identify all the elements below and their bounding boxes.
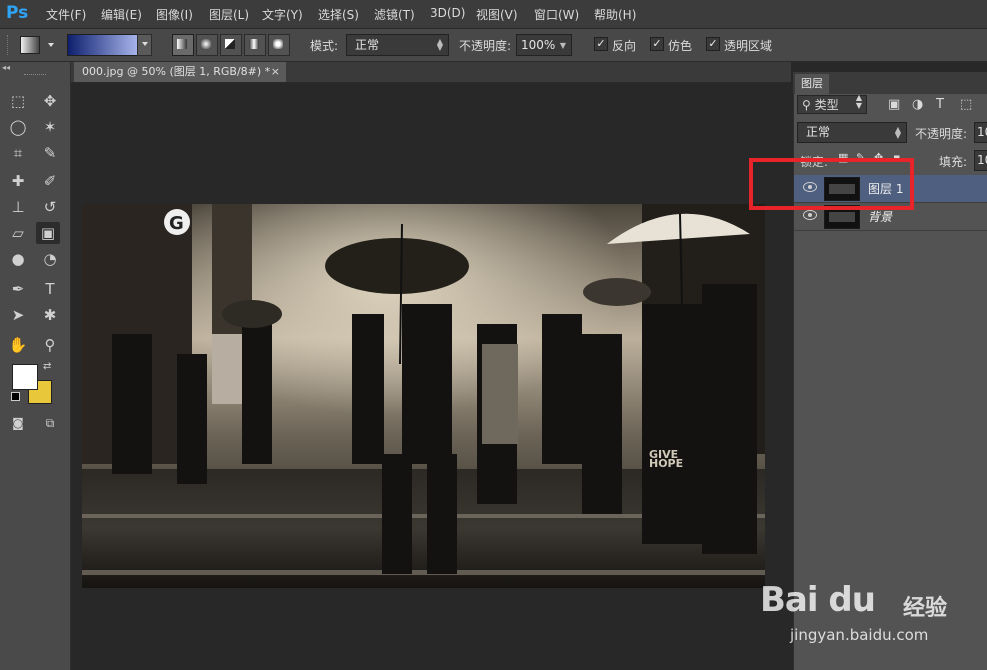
document-tab[interactable]: 000.jpg @ 50% (图层 1, RGB/8#) * × [74, 62, 286, 82]
tools-panel: ◂◂ ⬚ ✥ ◯ ✶ ⌗ ✎ ✚ ✐ ⊥ ↺ ▱ ▣ ● ◔ ✒ T ➤ ✱ ✋… [0, 62, 71, 670]
gradient-picker-arrow[interactable] [137, 34, 152, 56]
dither-checkbox[interactable]: ✓ [650, 37, 664, 51]
diamond-gradient-button[interactable] [268, 34, 290, 56]
eraser-tool-icon[interactable]: ▱ [6, 222, 30, 244]
bar-grip [7, 35, 11, 55]
foreground-color-swatch[interactable] [12, 364, 38, 390]
quick-mask-icon[interactable]: ◙ [6, 412, 30, 434]
dither-label: 仿色 [668, 39, 693, 53]
select-arrows-icon: ▲ ▼ [436, 37, 443, 52]
menu-file[interactable]: 文件(F) [46, 6, 86, 23]
preset-dropdown-arrow[interactable] [44, 36, 56, 52]
path-selection-tool-icon[interactable]: ➤ [6, 304, 30, 326]
radial-gradient-button[interactable] [196, 34, 218, 56]
layer-opacity-value: 10 [977, 125, 987, 139]
filter-pixel-icon[interactable]: ▣ [888, 97, 900, 112]
blend-mode-select[interactable]: 正常 ▲ ▼ [797, 122, 907, 143]
eyedropper-tool-icon[interactable]: ✎ [38, 142, 62, 164]
gradient-tool-preset-icon[interactable] [20, 36, 40, 54]
gradient-preview[interactable] [67, 34, 139, 56]
baidu-watermark-url: jingyan.baidu.com [790, 626, 929, 644]
zoom-tool-icon[interactable]: ⚲ [38, 334, 62, 356]
mode-label: 模式: [310, 39, 339, 53]
annotation-highlight-box [749, 158, 914, 210]
transparency-checkbox[interactable]: ✓ [706, 37, 720, 51]
default-colors-icon[interactable] [11, 392, 20, 401]
document-title: 000.jpg @ 50% (图层 1, RGB/8#) * [82, 65, 271, 78]
menu-image[interactable]: 图像(I) [156, 6, 193, 23]
linear-gradient-button[interactable] [172, 34, 194, 56]
opacity-input[interactable]: 100% ▼ [516, 34, 572, 56]
reflected-gradient-button[interactable] [244, 34, 266, 56]
sign-letter: G [169, 213, 184, 234]
fill-value: 10 [977, 153, 987, 167]
mode-value: 正常 [355, 38, 380, 52]
history-brush-tool-icon[interactable]: ↺ [38, 196, 62, 218]
gradient-tool-icon[interactable]: ▣ [36, 222, 60, 244]
layer-opacity-input[interactable]: 10 [974, 122, 987, 143]
lasso-tool-icon[interactable]: ◯ [6, 116, 30, 138]
angle-gradient-button[interactable] [220, 34, 242, 56]
layer-opacity-label: 不透明度: [915, 127, 968, 141]
marquee-tool-icon[interactable]: ⬚ [6, 90, 30, 112]
menu-edit[interactable]: 编辑(E) [101, 6, 142, 23]
menu-view[interactable]: 视图(V) [476, 6, 518, 23]
photoshop-logo: Ps [6, 3, 29, 23]
reverse-checkbox[interactable]: ✓ [594, 37, 608, 51]
dodge-tool-icon[interactable]: ◔ [38, 248, 62, 270]
swap-colors-icon[interactable]: ⇄ [43, 361, 51, 372]
collapse-icon[interactable]: ◂◂ [2, 63, 10, 72]
healing-brush-tool-icon[interactable]: ✚ [6, 170, 30, 192]
layers-tab[interactable]: 图层 [795, 74, 829, 94]
filter-type-icon[interactable]: T [936, 97, 944, 112]
screen-mode-icon[interactable]: ⧉ [38, 412, 62, 434]
menu-bar: Ps 文件(F) 编辑(E) 图像(I) 图层(L) 文字(Y) 选择(S) 滤… [0, 0, 987, 29]
transparency-label: 透明区域 [724, 39, 773, 53]
menu-layer[interactable]: 图层(L) [209, 6, 249, 23]
canvas-image[interactable]: G GIVE HOPE [82, 204, 765, 588]
mode-select[interactable]: 正常 ▲ ▼ [346, 34, 449, 56]
baidu-watermark-suffix: 经验 [903, 596, 948, 621]
opacity-value: 100% [521, 38, 556, 52]
panel-grip [24, 74, 46, 77]
select-arrows-icon: ▲ ▼ [855, 93, 862, 110]
fill-input[interactable]: 10 [974, 150, 987, 171]
blur-tool-icon[interactable]: ● [6, 248, 30, 270]
brush-tool-icon[interactable]: ✐ [38, 170, 62, 192]
reverse-label: 反向 [612, 39, 637, 53]
menu-help[interactable]: 帮助(H) [594, 6, 636, 23]
layer-name: 背景 [868, 210, 893, 224]
pen-tool-icon[interactable]: ✒ [6, 278, 30, 300]
shape-tool-icon[interactable]: ✱ [38, 304, 62, 326]
menu-filter[interactable]: 滤镜(T) [374, 6, 415, 23]
fill-label: 填充: [939, 155, 968, 169]
menu-3d[interactable]: 3D(D) [430, 6, 465, 20]
menu-select[interactable]: 选择(S) [318, 6, 359, 23]
baidu-watermark-logo: Bai du [760, 580, 876, 620]
hope-text: HOPE [649, 457, 683, 470]
visibility-eye-icon[interactable] [803, 210, 817, 220]
hand-tool-icon[interactable]: ✋ [6, 334, 30, 356]
close-icon[interactable]: × [271, 62, 280, 82]
magic-wand-tool-icon[interactable]: ✶ [38, 116, 62, 138]
select-arrows-icon: ▲ ▼ [894, 125, 901, 140]
type-tool-icon[interactable]: T [38, 278, 62, 300]
chevron-down-icon: ▼ [559, 41, 566, 50]
filter-shape-icon[interactable]: ⬚ [960, 97, 972, 112]
options-bar: 模式: 正常 ▲ ▼ 不透明度: 100% ▼ ✓ 反向 ✓ 仿色 ✓ 透明区域 [0, 29, 987, 62]
crop-tool-icon[interactable]: ⌗ [6, 142, 30, 164]
move-tool-icon[interactable]: ✥ [38, 90, 62, 112]
menu-window[interactable]: 窗口(W) [534, 6, 579, 23]
layer-filter-label: 类型 [814, 98, 839, 112]
filter-adjustment-icon[interactable]: ◑ [912, 97, 923, 112]
clone-stamp-tool-icon[interactable]: ⊥ [6, 196, 30, 218]
blend-mode-value: 正常 [806, 125, 831, 139]
search-icon: ⚲ [802, 98, 815, 112]
menu-type[interactable]: 文字(Y) [262, 6, 303, 23]
opacity-label: 不透明度: [459, 39, 512, 53]
layer-filter-select[interactable]: ⚲ 类型 ▲ ▼ [797, 93, 867, 114]
